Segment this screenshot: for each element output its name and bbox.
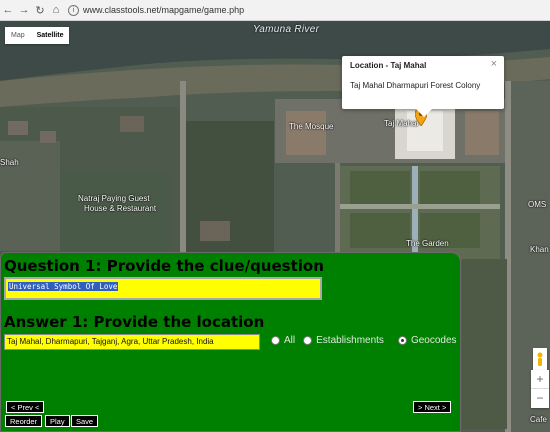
mosque-label[interactable]: The Mosque (289, 122, 333, 131)
clue-input-value[interactable]: Universal Symbol Of Love (8, 282, 119, 291)
garden-label[interactable]: The Garden (406, 239, 449, 248)
radio-establishments[interactable] (303, 336, 313, 345)
khan-label[interactable]: Khan (530, 245, 549, 254)
reload-icon[interactable]: ↻ (32, 4, 48, 17)
taj-mahal-label[interactable]: Taj Mahal (384, 119, 418, 128)
reorder-button[interactable]: Reorder (5, 415, 43, 427)
prev-button[interactable]: < Prev < (6, 401, 45, 413)
radio-all[interactable] (271, 336, 280, 345)
forward-icon[interactable]: → (16, 4, 32, 16)
radio-geocodes-label[interactable]: Geocodes (411, 335, 457, 346)
play-button[interactable]: Play (45, 415, 70, 427)
save-button[interactable]: Save (71, 415, 99, 427)
shah-label[interactable]: Shah (0, 158, 19, 167)
zoom-control: + − (531, 370, 549, 408)
radio-all-label[interactable]: All (284, 335, 295, 346)
browser-toolbar: ← → ↻ ⌂ i www.classtools.net/mapgame/gam… (0, 0, 550, 21)
zoom-out-button[interactable]: − (531, 389, 549, 407)
home-icon[interactable]: ⌂ (48, 4, 64, 16)
next-button[interactable]: > Next > (413, 401, 452, 413)
close-icon[interactable]: × (491, 58, 497, 70)
info-icon[interactable]: i (68, 4, 79, 16)
back-icon[interactable]: ← (0, 4, 16, 16)
radio-geocodes[interactable] (397, 336, 407, 345)
info-window-title: Location - Taj Mahal (350, 61, 427, 70)
map-type-satellite-button[interactable]: Satellite (31, 27, 70, 44)
location-input[interactable]: Taj Mahal, Dharmapuri, Tajganj, Agra, Ut… (4, 334, 260, 350)
info-window: Location - Taj Mahal Taj Mahal Dharmapur… (342, 56, 504, 117)
zoom-in-button[interactable]: + (531, 370, 549, 389)
natraj-label-line1[interactable]: Natraj Paying Guest (78, 194, 150, 203)
oms-label[interactable]: OMS (528, 200, 546, 209)
pegman-icon[interactable] (533, 348, 547, 370)
answer-heading: Answer 1: Provide the location (4, 313, 265, 331)
info-window-body: Taj Mahal Dharmapuri Forest Colony (350, 81, 481, 90)
search-mode-radios: All Establishments Geocodes (265, 335, 457, 346)
radio-establishments-label[interactable]: Establishments (316, 335, 384, 346)
clue-input[interactable]: Universal Symbol Of Love (4, 277, 322, 300)
address-bar[interactable]: i www.classtools.net/mapgame/game.php (68, 4, 244, 16)
natraj-label-line2[interactable]: House & Restaurant (84, 204, 156, 213)
map-type-control: Map Satellite (5, 27, 70, 44)
question-heading: Question 1: Provide the clue/question (4, 257, 324, 275)
url-text[interactable]: www.classtools.net/mapgame/game.php (83, 5, 244, 15)
map-type-map-button[interactable]: Map (5, 27, 31, 44)
river-label: Yamuna River (253, 24, 320, 35)
cafe-label[interactable]: Cafe (530, 415, 547, 424)
